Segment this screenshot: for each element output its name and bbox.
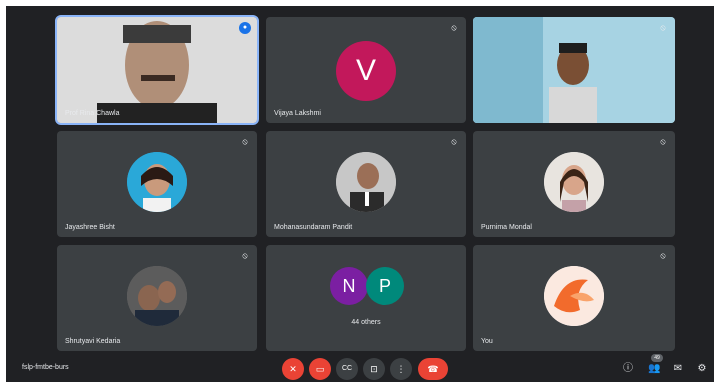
speaking-icon: ● [239,22,251,34]
mic-off-icon: ✕ [289,364,297,374]
hang-up-icon: ☎ [427,364,439,374]
participant-tile-p9[interactable]: ⦸ You [473,245,675,351]
mic-off-icon: ⦸ [660,137,666,146]
participant-video [57,17,257,123]
participant-name: Prof Rina Chawla [65,110,120,117]
avatar-photo [127,266,187,326]
avatar: N [330,267,368,305]
participant-name: Mohanasundaram Pandit [274,224,353,231]
chat-button[interactable]: ✉ [672,363,684,375]
mic-toggle-button[interactable]: ✕ [282,358,304,380]
participant-name: Shrutyavi Kedaria [65,338,121,345]
people-count-badge: 49 [651,354,663,362]
participant-tile-p4[interactable]: ⦸ Jayashree Bisht [57,131,257,237]
info-button[interactable]: ⓘ [622,363,634,375]
avatar-photo [127,152,187,212]
avatar: P [366,267,404,305]
participant-tile-p5[interactable]: ⦸ Mohanasundaram Pandit [266,131,466,237]
participant-tile-p7[interactable]: ⦸ Shrutyavi Kedaria [57,245,257,351]
participant-tile-p8[interactable]: N P 44 others [266,245,466,351]
participant-tile-p2[interactable]: V ⦸ Vijaya Lakshmi [266,17,466,123]
captions-button[interactable]: CC [336,358,358,380]
meeting-title: fslp-fmtbe-burs [22,364,69,371]
more-options-icon: ⋮ [396,364,406,374]
participant-tile-p3[interactable]: ⦸ [473,17,675,123]
captions-icon: CC [341,365,353,372]
avatar: V [336,41,396,101]
participant-tile-p1[interactable]: ● Prof Rina Chawla [55,15,259,125]
avatar-photo [336,152,396,212]
chat-icon: ✉ [673,363,683,374]
more-options-button[interactable]: ⋮ [390,358,412,380]
others-count-label: 44 others [351,319,381,326]
avatar [544,152,604,212]
control-bar: fslp-fmtbe-burs ✕ ▭ CC ⊡ ⋮ ☎ ⓘ 👥 49 ✉ ⚙ [0,354,720,382]
activities-button[interactable]: ⚙ [696,363,708,375]
present-button[interactable]: ⊡ [363,358,385,380]
camera-toggle-button[interactable]: ▭ [309,358,331,380]
activities-icon: ⚙ [697,363,707,374]
participant-name: You [481,338,493,345]
participant-video [473,17,675,123]
avatar-photo [544,152,604,212]
avatar [336,152,396,212]
people-icon: 👥 [648,363,661,374]
mic-off-icon: ⦸ [451,23,457,32]
participant-name: Jayashree Bisht [65,224,115,231]
mic-off-icon: ⦸ [451,137,457,146]
participant-name: Purnima Mondal [481,224,532,231]
mic-off-icon: ⦸ [242,251,248,260]
avatar [544,266,604,326]
participant-name: Vijaya Lakshmi [274,110,321,117]
info-icon: ⓘ [623,363,633,374]
mic-off-icon: ⦸ [660,23,666,32]
avatar [127,266,187,326]
present-icon: ⊡ [370,364,378,374]
meeting-window: ● Prof Rina Chawla V ⦸ Vijaya Lakshmi ⦸ [6,6,714,382]
people-button[interactable]: 👥 49 [648,354,663,375]
avatar [127,152,187,212]
mic-off-icon: ⦸ [242,137,248,146]
hang-up-button[interactable]: ☎ [418,358,448,380]
avatar-photo [544,266,604,326]
participant-tile-p6[interactable]: ⦸ Purnima Mondal [473,131,675,237]
camera-off-icon: ▭ [315,364,325,374]
mic-off-icon: ⦸ [660,251,666,260]
